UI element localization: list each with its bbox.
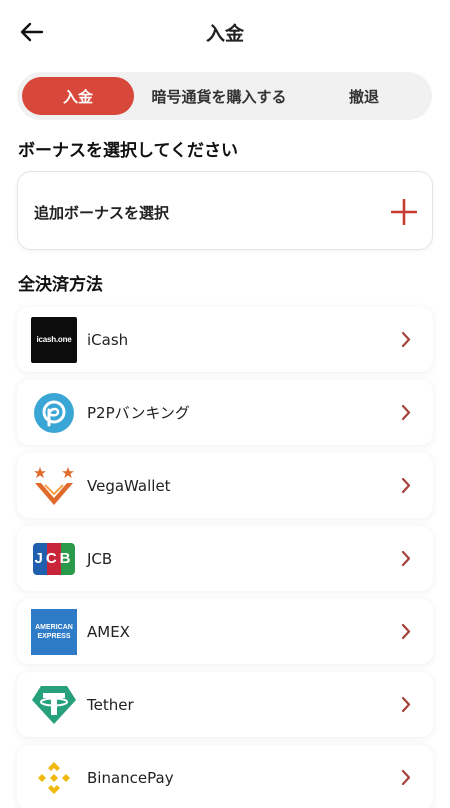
chevron-right-icon xyxy=(401,696,411,713)
payment-method-amex[interactable]: AMERICAN EXPRESS AMEX xyxy=(17,599,433,664)
chevron-right-icon xyxy=(401,623,411,640)
payment-method-binancepay[interactable]: BinancePay xyxy=(17,745,433,808)
payment-method-name: AMEX xyxy=(87,622,130,641)
tab-bar: 入金 暗号通貨を購入する 撤退 xyxy=(17,72,432,120)
payment-method-name: VegaWallet xyxy=(87,476,171,495)
chevron-right-icon xyxy=(401,331,411,348)
payment-method-tether[interactable]: Tether xyxy=(17,672,433,737)
payment-method-jcb[interactable]: JCB JCB xyxy=(17,526,433,591)
chevron-right-icon xyxy=(401,550,411,567)
tab-buy-crypto[interactable]: 暗号通貨を購入する xyxy=(134,77,304,115)
payment-method-p2p[interactable]: P2Pバンキング xyxy=(17,380,433,445)
chevron-right-icon xyxy=(401,404,411,421)
tether-logo xyxy=(31,682,77,728)
payment-methods-title: 全決済方法 xyxy=(18,275,103,295)
payment-method-vegawallet[interactable]: VegaWallet xyxy=(17,453,433,518)
payment-method-name: JCB xyxy=(87,549,113,568)
p2p-logo xyxy=(31,390,77,436)
binance-logo xyxy=(31,755,77,801)
payment-method-name: BinancePay xyxy=(87,768,174,787)
payment-method-icash[interactable]: icash.one iCash xyxy=(17,307,433,372)
jcb-logo: JCB xyxy=(31,536,77,582)
tab-deposit[interactable]: 入金 xyxy=(22,77,134,115)
icash-logo-text: icash.one xyxy=(36,335,72,344)
amex-logo-text-1: AMERICAN xyxy=(35,623,73,631)
amex-logo: AMERICAN EXPRESS xyxy=(31,608,77,655)
bonus-section-title: ボーナスを選択してください xyxy=(18,141,238,161)
chevron-right-icon xyxy=(401,477,411,494)
chevron-right-icon xyxy=(401,769,411,786)
bonus-select-card[interactable]: 追加ボーナスを選択 xyxy=(17,171,433,250)
header: 入金 xyxy=(0,0,450,64)
payment-method-name: Tether xyxy=(87,695,134,714)
tab-withdraw[interactable]: 撤退 xyxy=(304,77,424,115)
amex-logo-text-2: EXPRESS xyxy=(37,632,71,640)
payment-method-name: iCash xyxy=(87,330,129,349)
jcb-logo-text: JCB xyxy=(34,549,74,567)
vegawallet-logo xyxy=(31,463,77,509)
plus-icon[interactable] xyxy=(391,199,417,225)
payment-method-name: P2Pバンキング xyxy=(87,404,190,422)
icash-logo: icash.one xyxy=(31,316,77,363)
page-title: 入金 xyxy=(205,23,244,45)
bonus-select-label: 追加ボーナスを選択 xyxy=(34,204,170,222)
